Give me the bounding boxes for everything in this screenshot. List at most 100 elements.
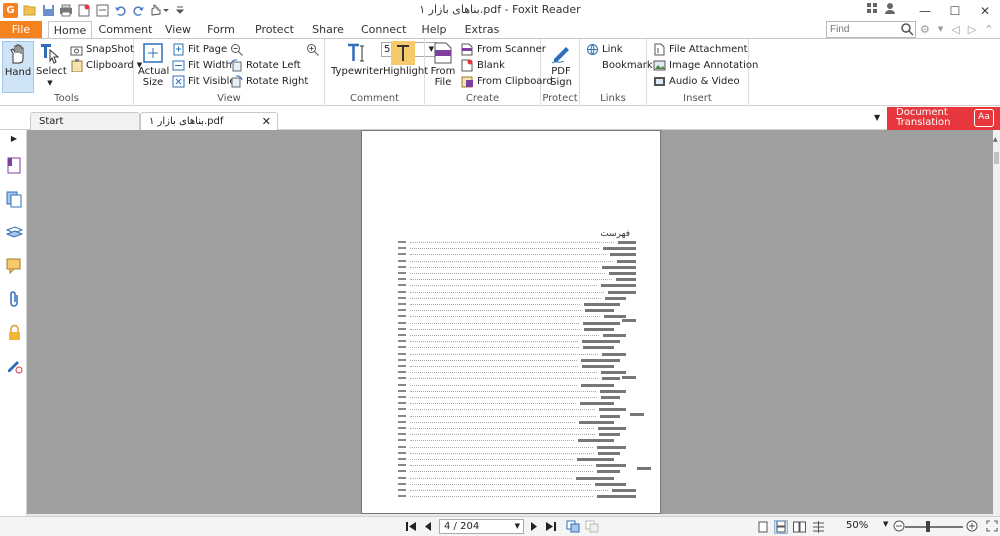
close-tab-icon[interactable]: ✕: [262, 113, 271, 130]
zoom-slider-track[interactable]: [905, 526, 963, 528]
next-view-icon[interactable]: [585, 520, 599, 533]
zoom-in-button[interactable]: [306, 42, 319, 57]
expand-panel-icon[interactable]: ▶: [5, 132, 23, 144]
toc-entry: [398, 334, 626, 340]
navigation-panel: ▶: [0, 130, 27, 516]
continuous-facing-view-button[interactable]: [811, 520, 825, 534]
toc-entry: [398, 495, 636, 501]
tab-view[interactable]: View: [160, 21, 196, 39]
fit-width-button[interactable]: Fit Width: [172, 58, 232, 73]
collapse-ribbon-icon[interactable]: ⌃: [984, 21, 993, 38]
toc-section-label: [630, 413, 644, 416]
tab-form[interactable]: Form: [203, 21, 239, 39]
facing-view-button[interactable]: [792, 520, 806, 534]
last-page-button[interactable]: [545, 520, 557, 533]
pages-panel-icon[interactable]: [5, 190, 23, 208]
ribbon: Hand Select ▼ SnapShot Clipboard ▼ Tools …: [0, 38, 1000, 106]
zoom-percentage[interactable]: 50%: [846, 520, 868, 531]
document-viewport[interactable]: فهرست: [27, 130, 993, 516]
clipboard-button[interactable]: Clipboard ▼: [70, 58, 142, 73]
tab-file[interactable]: File: [0, 21, 42, 39]
comments-panel-icon[interactable]: [5, 257, 23, 275]
tab-help[interactable]: Help: [419, 21, 449, 39]
tab-comment[interactable]: Comment: [98, 21, 153, 39]
maximize-button[interactable]: ☐: [940, 0, 970, 21]
bookmarks-panel-icon[interactable]: [5, 156, 23, 174]
user-icon[interactable]: [884, 2, 896, 17]
vertical-scrollbar[interactable]: ▲: [993, 130, 1000, 516]
search-icon[interactable]: [900, 22, 915, 37]
from-scanner-button[interactable]: From Scanner: [461, 42, 546, 57]
layers-panel-icon[interactable]: [5, 224, 23, 242]
signature-panel-icon[interactable]: [5, 356, 23, 374]
toc-entry: [398, 439, 614, 445]
zoom-dropdown-icon[interactable]: ▼: [883, 520, 888, 528]
page-number-input[interactable]: 4 / 204 ▼: [439, 519, 524, 534]
forward-arrow-icon[interactable]: ▷: [968, 21, 976, 38]
fit-visible-button[interactable]: Fit Visible: [172, 74, 236, 89]
fullscreen-icon[interactable]: [986, 520, 998, 535]
tab-connect[interactable]: Connect: [361, 21, 406, 39]
minimize-button[interactable]: —: [910, 0, 940, 21]
pdf-sign-button[interactable]: PDF Sign: [545, 41, 577, 88]
rotate-right-button[interactable]: Rotate Right: [230, 74, 308, 89]
status-bar: 4 / 204 ▼ 50% ▼: [0, 516, 1000, 536]
zoom-in-icon: [306, 43, 319, 56]
tab-protect[interactable]: Protect: [252, 21, 297, 39]
actual-size-icon: [141, 41, 165, 65]
blank-button[interactable]: Blank: [461, 58, 505, 73]
continuous-page-view-button[interactable]: [774, 520, 788, 534]
rotate-left-button[interactable]: Rotate Left: [230, 58, 301, 73]
previous-view-icon[interactable]: [566, 520, 580, 533]
tab-current-document[interactable]: بناهای بازار ۱.pdf ✕: [140, 112, 278, 130]
security-lock-icon[interactable]: [5, 323, 23, 341]
toc-entry: [398, 365, 614, 371]
zoom-slider-handle[interactable]: [926, 521, 930, 532]
audio-video-button[interactable]: Audio & Video: [653, 74, 740, 89]
toc-entry: [398, 358, 620, 365]
first-page-button[interactable]: [405, 520, 417, 533]
chevron-down-icon[interactable]: ▼: [938, 21, 943, 38]
zoom-in-icon[interactable]: [966, 520, 978, 535]
close-button[interactable]: ✕: [970, 0, 1000, 21]
bookmark-button[interactable]: Bookmark: [586, 58, 653, 73]
comment-group: Typewriter Highlight Comment: [325, 39, 428, 106]
toc-entry: [398, 272, 636, 278]
back-arrow-icon[interactable]: ◁: [951, 21, 959, 38]
tab-share[interactable]: Share: [309, 21, 347, 39]
highlight-button[interactable]: Highlight: [383, 41, 428, 77]
links-group-label: Links: [600, 93, 626, 104]
hand-button[interactable]: Hand: [2, 41, 34, 93]
previous-page-button[interactable]: [422, 520, 434, 533]
next-page-button[interactable]: [528, 520, 540, 533]
title-bar: G بناهای بازار ۱.pdf - Foxit Reader — ☐ …: [0, 0, 1000, 21]
layout-icon[interactable]: [866, 2, 878, 17]
tab-list-dropdown-icon[interactable]: ▼: [874, 113, 880, 122]
single-page-view-button[interactable]: [756, 520, 770, 534]
toc-entry: [398, 327, 614, 334]
toc-entry: [398, 321, 620, 328]
scroll-up-icon[interactable]: ▲: [993, 136, 998, 143]
highlight-icon: [391, 41, 415, 65]
select-button[interactable]: Select ▼: [36, 41, 67, 88]
zoom-out-button[interactable]: [230, 42, 243, 57]
document-translation-button[interactable]: Document Translation Aa: [887, 107, 1000, 130]
insert-group-label: Insert: [683, 93, 712, 104]
tab-start[interactable]: Start: [30, 112, 140, 130]
link-button[interactable]: Link: [586, 42, 622, 57]
snapshot-button[interactable]: SnapShot: [70, 42, 134, 57]
gear-icon[interactable]: ⚙: [920, 21, 930, 38]
zoom-out-icon[interactable]: [893, 520, 905, 535]
menu-right-tools: ⚙ ▼ ◁ ▷ ⌃: [920, 21, 993, 38]
fit-page-button[interactable]: Fit Page: [172, 42, 227, 57]
from-file-button[interactable]: From File: [429, 41, 457, 88]
typewriter-button[interactable]: Typewriter: [331, 41, 383, 77]
actual-size-button[interactable]: Actual Size: [138, 41, 169, 88]
pdf-page[interactable]: فهرست: [361, 130, 661, 514]
from-clipboard-button[interactable]: From Clipboard: [461, 74, 553, 89]
attachments-panel-icon[interactable]: [5, 290, 23, 308]
image-annotation-button[interactable]: Image Annotation: [653, 58, 758, 73]
file-attachment-button[interactable]: File Attachment: [653, 42, 748, 57]
scrollbar-thumb[interactable]: [994, 152, 999, 164]
tab-extras[interactable]: Extras: [463, 21, 501, 39]
